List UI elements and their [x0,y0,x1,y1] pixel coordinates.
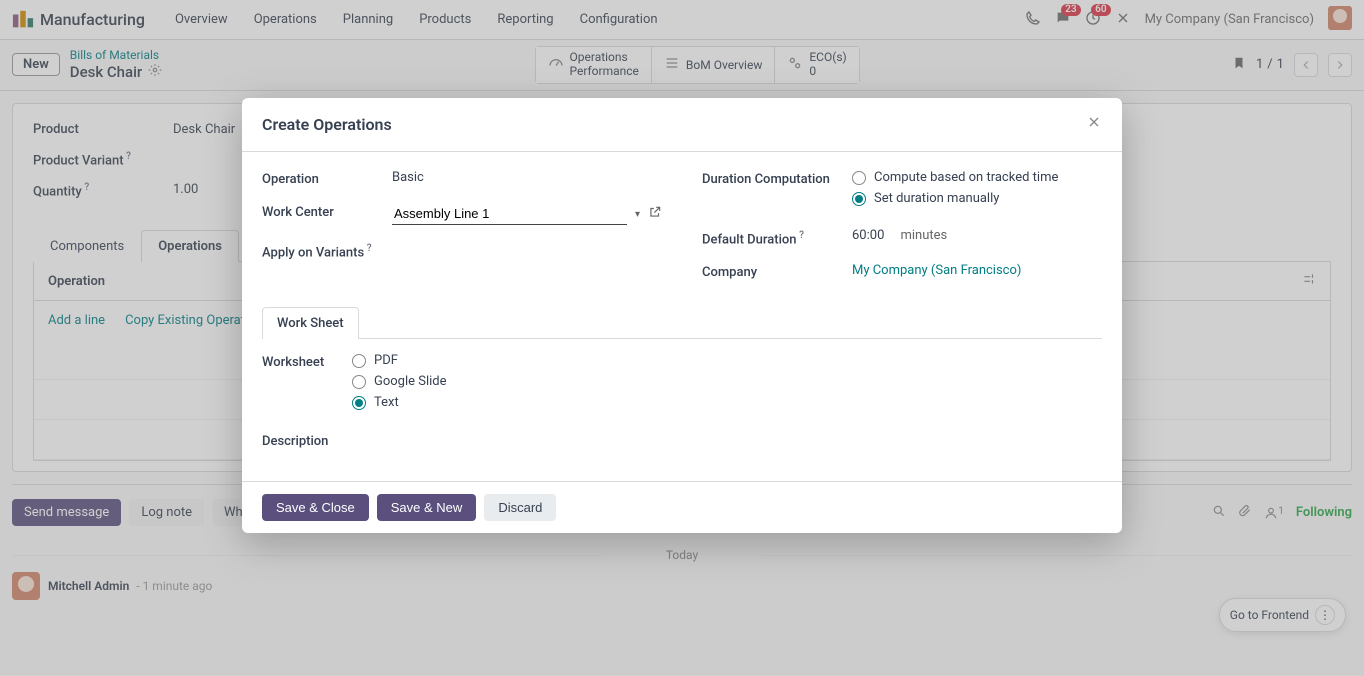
radio-worksheet-pdf[interactable]: PDF [352,353,1102,368]
save-new-button[interactable]: Save & New [377,494,477,521]
modal-tabs: Work Sheet [262,306,1102,339]
close-icon[interactable] [1086,114,1102,135]
radio-icon [352,354,366,368]
modal-overlay: Create Operations Operation Basic Work C… [0,0,1364,676]
label-duration-computation: Duration Computation [702,170,852,187]
help-icon[interactable]: ? [797,230,807,241]
work-center-input[interactable] [392,203,627,225]
value-default-duration[interactable]: 60:00 minutes [852,228,1102,243]
radio-worksheet-google-slide[interactable]: Google Slide [352,374,1102,389]
radio-icon [352,396,366,410]
discard-button[interactable]: Discard [484,494,556,521]
help-icon[interactable]: ? [364,243,374,254]
radio-icon [852,192,866,206]
label-work-center: Work Center [262,203,392,220]
create-operations-dialog: Create Operations Operation Basic Work C… [242,98,1122,533]
radio-set-manually[interactable]: Set duration manually [852,191,1102,206]
chevron-down-icon[interactable]: ▾ [635,209,640,220]
label-worksheet: Worksheet [262,353,352,370]
radio-worksheet-text[interactable]: Text [352,395,1102,410]
value-operation[interactable]: Basic [392,170,662,185]
tab-work-sheet[interactable]: Work Sheet [262,307,359,339]
save-close-button[interactable]: Save & Close [262,494,369,521]
radio-tracked-time[interactable]: Compute based on tracked time [852,170,1102,185]
modal-title: Create Operations [262,115,392,134]
radio-icon [852,171,866,185]
label-description: Description [262,432,352,449]
label-operation: Operation [262,170,392,187]
label-apply-on-variants: Apply on Variants? [262,241,392,260]
label-company: Company [702,263,852,280]
external-link-icon[interactable] [648,205,662,223]
radio-icon [352,375,366,389]
value-company[interactable]: My Company (San Francisco) [852,263,1102,278]
label-default-duration: Default Duration? [702,228,852,247]
